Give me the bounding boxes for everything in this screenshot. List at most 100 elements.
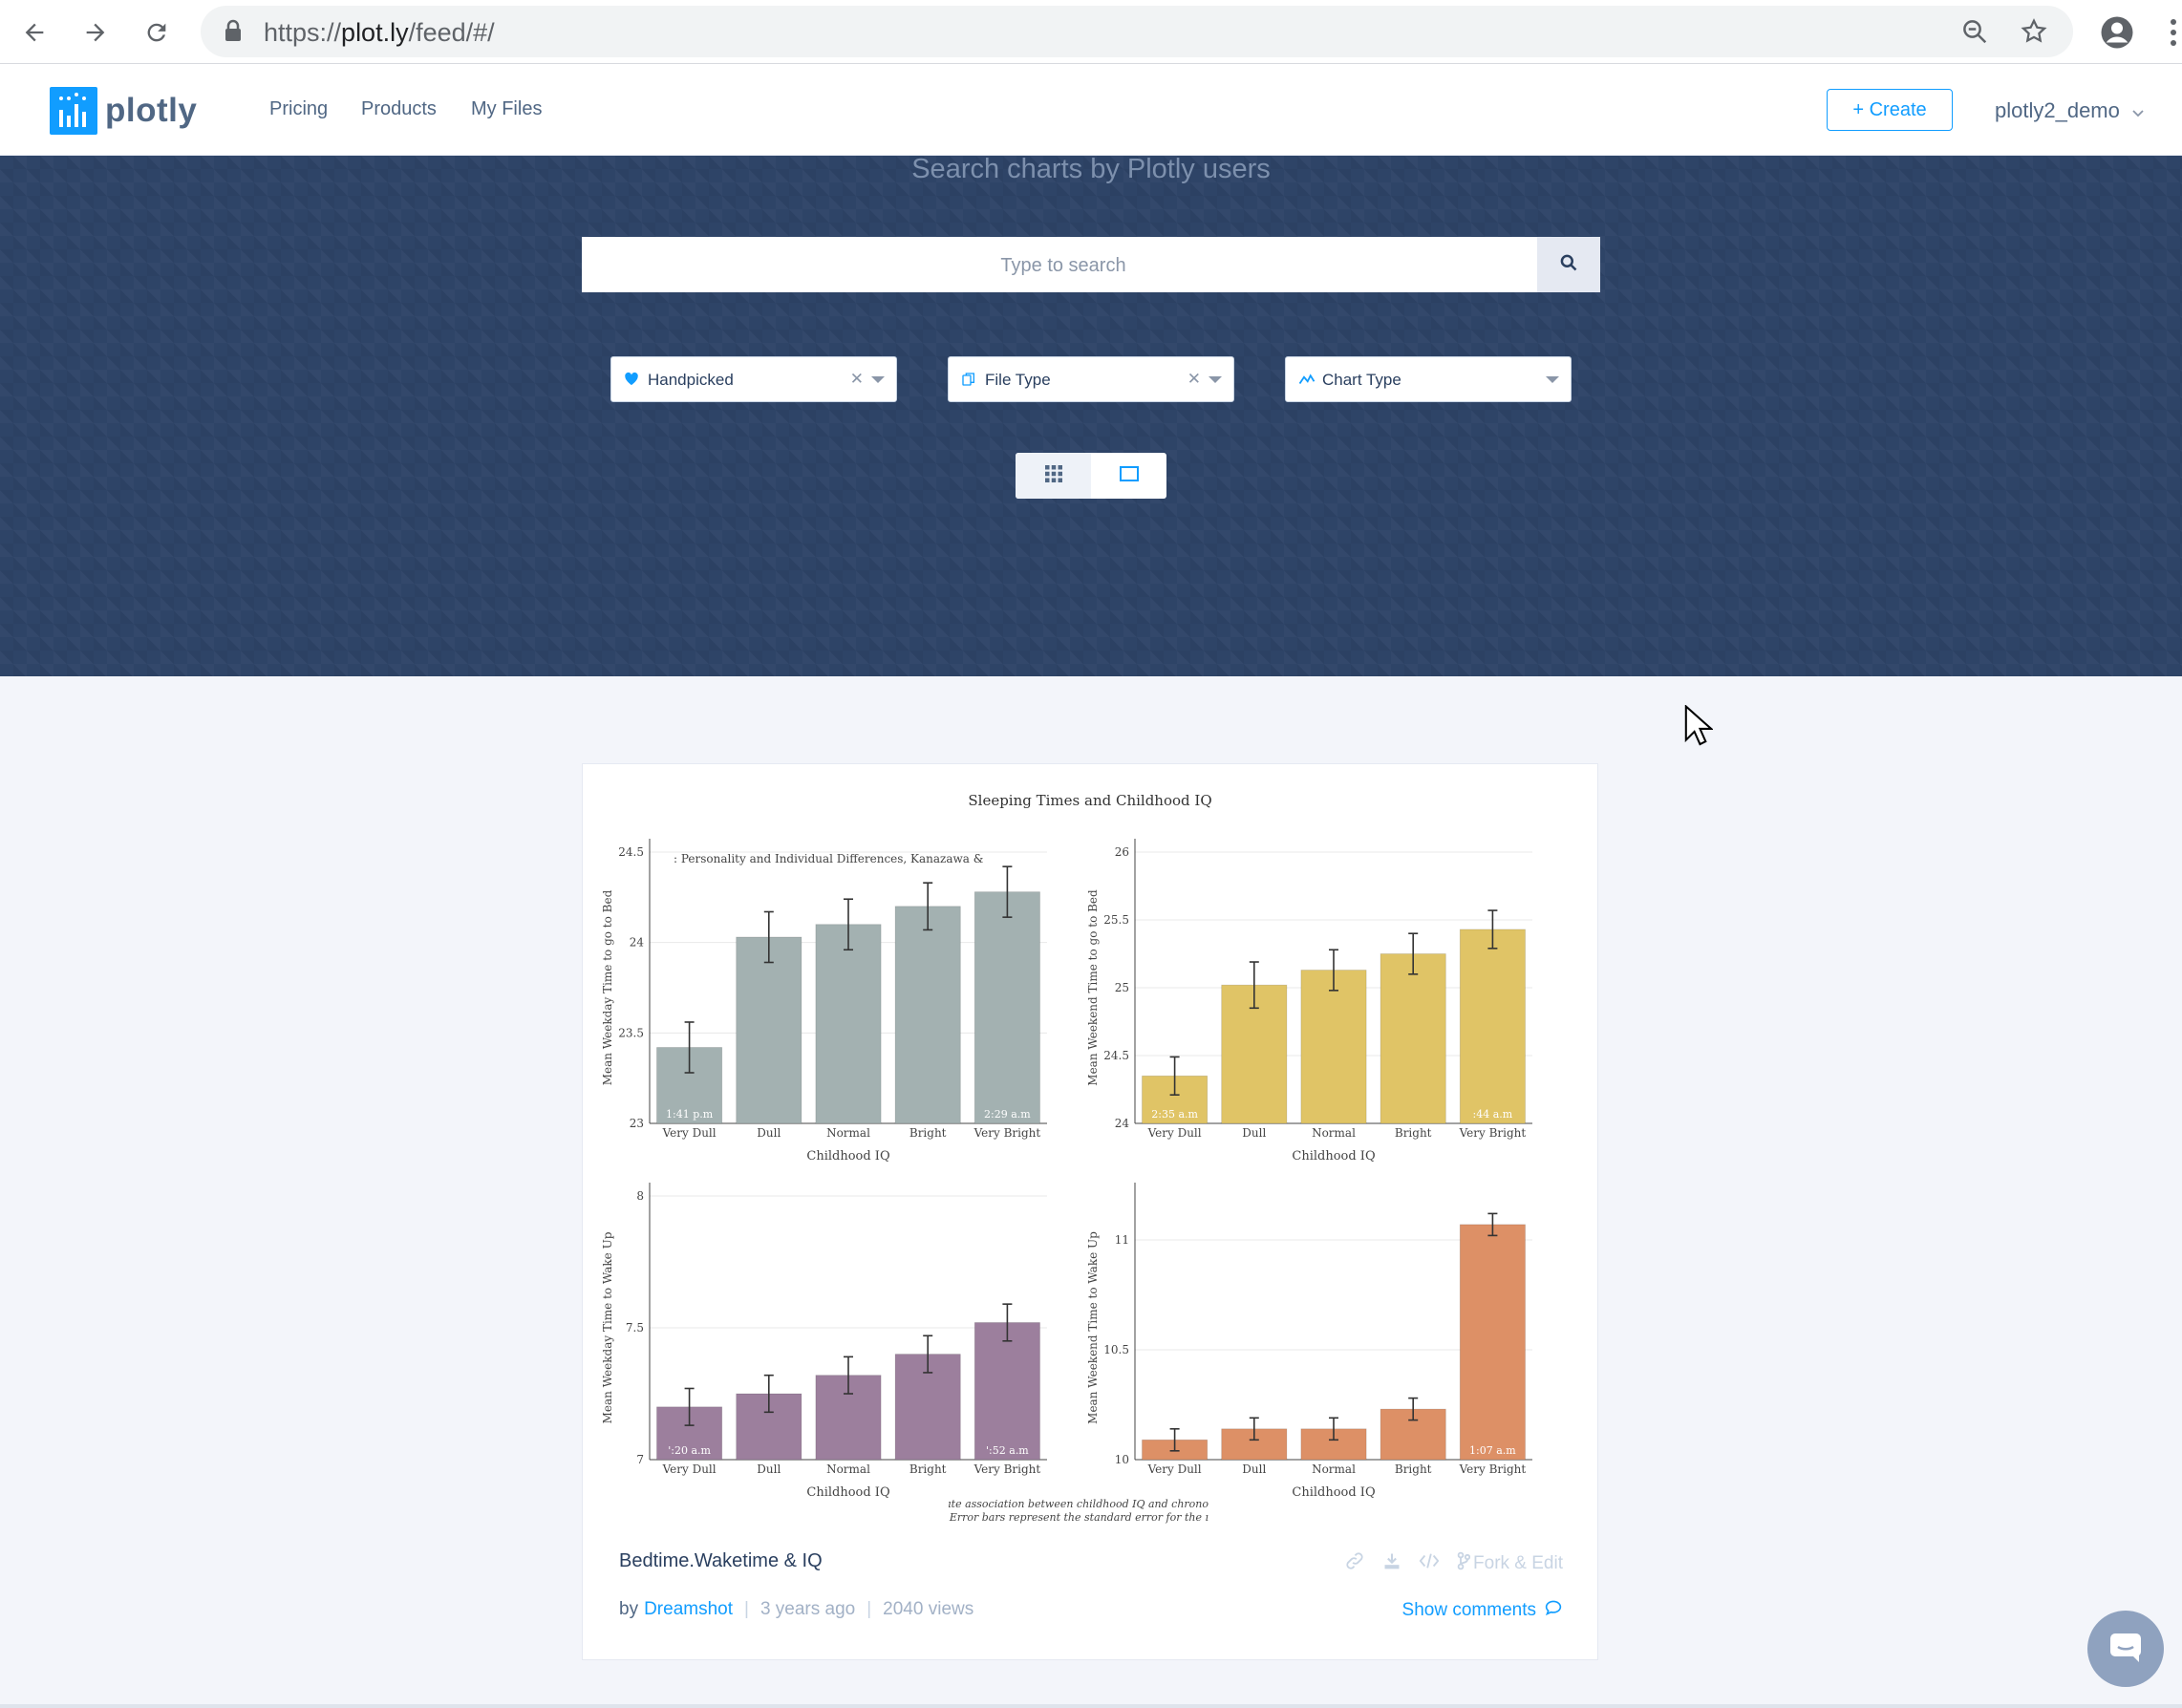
nav-pricing[interactable]: Pricing — [269, 98, 328, 120]
card-meta: by Dreamshot | 3 years ago | 2040 views — [619, 1599, 973, 1620]
y-tick-label: 25 — [1115, 981, 1129, 994]
user-menu[interactable]: plotly2_demo — [1995, 98, 2145, 124]
view-toggle — [1016, 453, 1166, 499]
y-tick-label: 7.5 — [626, 1321, 644, 1334]
search-button[interactable] — [1537, 237, 1600, 292]
plotly-logo[interactable]: plotly — [50, 87, 197, 135]
x-axis-title: Childhood IQ — [1292, 1485, 1375, 1500]
show-comments-button[interactable]: Show comments — [1402, 1599, 1563, 1622]
x-tick-label: Dull — [757, 1126, 781, 1140]
filter-label: Chart Type — [1322, 371, 1401, 389]
x-tick-label: Very Dull — [1147, 1462, 1202, 1476]
caret-down-icon[interactable] — [1546, 376, 1559, 383]
filter-label: Handpicked — [648, 371, 734, 389]
x-tick-label: Normal — [826, 1462, 870, 1476]
single-card-icon — [1119, 465, 1140, 487]
file-copy-icon — [961, 372, 976, 392]
zoom-icon[interactable] — [1960, 17, 1989, 51]
y-tick-label: 24 — [630, 936, 645, 950]
browser-toolbar: https://plot.ly/feed/#/ — [0, 0, 2182, 64]
y-tick-label: 24.5 — [618, 845, 644, 859]
back-icon[interactable] — [13, 11, 55, 53]
grid-icon — [1044, 464, 1063, 488]
nav-my-files[interactable]: My Files — [471, 98, 542, 120]
bar-data-label: ':52 a.m — [986, 1444, 1029, 1457]
x-tick-label: Normal — [826, 1126, 870, 1140]
url-scheme: https:// — [264, 18, 342, 47]
chart-title: Sleeping Times and Childhood IQ — [968, 792, 1211, 809]
x-tick-label: Normal — [1312, 1126, 1356, 1140]
bar — [1459, 1224, 1526, 1461]
y-tick-label: 8 — [636, 1189, 644, 1203]
x-axis-title: Childhood IQ — [806, 1149, 889, 1164]
y-axis-title: Mean Weekday Time to Wake Up — [601, 1231, 614, 1423]
search-icon — [1559, 253, 1578, 277]
y-tick-label: 7 — [636, 1453, 644, 1466]
y-tick-label: 26 — [1115, 845, 1129, 859]
meta-divider: | — [744, 1599, 749, 1619]
download-icon[interactable] — [1382, 1551, 1401, 1576]
search-bar — [582, 237, 1600, 294]
bookmark-star-icon[interactable] — [2020, 17, 2048, 51]
card-title[interactable]: Bedtime.Waketime & IQ — [619, 1550, 823, 1572]
bar — [973, 1322, 1040, 1461]
bar — [973, 891, 1040, 1124]
bar-data-label: 1:41 p.m — [666, 1108, 714, 1121]
clear-icon[interactable]: ✕ — [1187, 370, 1201, 389]
x-tick-label: Dull — [757, 1462, 781, 1476]
forward-icon[interactable] — [75, 11, 117, 53]
filter-file-type[interactable]: File Type ✕ — [948, 356, 1234, 402]
filter-chart-type[interactable]: Chart Type — [1285, 356, 1572, 402]
x-tick-label: Dull — [1242, 1126, 1266, 1140]
x-tick-label: Very Dull — [662, 1462, 717, 1476]
caret-down-icon[interactable] — [1209, 376, 1222, 383]
clear-icon[interactable]: ✕ — [850, 370, 864, 389]
address-bar[interactable]: https://plot.ly/feed/#/ — [201, 6, 2073, 57]
y-tick-label: 24.5 — [1103, 1049, 1129, 1062]
source-annotation: : Personality and Individual Differences… — [674, 852, 984, 865]
single-view-button[interactable] — [1091, 453, 1166, 499]
search-hero: Search charts by Plotly users Handpicked… — [0, 154, 2182, 676]
y-tick-label: 11 — [1115, 1233, 1129, 1247]
x-tick-label: Very Dull — [1147, 1126, 1202, 1140]
view-count: 2040 views — [883, 1599, 974, 1619]
create-button[interactable]: + Create — [1827, 89, 1953, 131]
url-path: /feed/#/ — [408, 18, 495, 47]
x-tick-label: Bright — [909, 1126, 947, 1140]
line-chart-icon — [1298, 372, 1316, 392]
x-tick-label: Bright — [1395, 1462, 1432, 1476]
browser-menu-icon[interactable] — [2169, 17, 2178, 53]
x-tick-label: Very Bright — [973, 1462, 1041, 1476]
link-icon[interactable] — [1344, 1550, 1365, 1577]
x-axis-title: Childhood IQ — [1292, 1149, 1375, 1164]
caret-down-icon[interactable] — [871, 376, 885, 383]
x-tick-label: Very Dull — [662, 1126, 717, 1140]
chart-preview[interactable]: Sleeping Times and Childhood IQ 23 23.5 24 2… — [583, 764, 1597, 1538]
fork-edit-button[interactable]: Fork & Edit — [1457, 1551, 1563, 1576]
filter-handpicked[interactable]: Handpicked ✕ — [610, 356, 897, 402]
chart-card: Sleeping Times and Childhood IQ 23 23.5 24 2… — [582, 763, 1598, 1660]
filter-label: File Type — [985, 371, 1051, 389]
x-tick-label: Very Bright — [973, 1126, 1041, 1140]
grid-view-button[interactable] — [1016, 453, 1091, 499]
comment-icon — [1544, 1599, 1563, 1622]
username: plotly2_demo — [1995, 98, 2120, 122]
post-age: 3 years ago — [759, 1599, 856, 1619]
profile-icon[interactable] — [2100, 15, 2134, 54]
heart-icon — [624, 372, 639, 391]
bar-data-label: 2:29 a.m — [984, 1108, 1031, 1121]
x-tick-label: Bright — [909, 1462, 947, 1476]
caption-line: Error bars represent the standard error … — [949, 1511, 1209, 1524]
embed-code-icon[interactable] — [1419, 1551, 1440, 1576]
x-axis-title: Childhood IQ — [806, 1485, 889, 1500]
bar — [1300, 970, 1367, 1124]
fork-edit-label: Fork & Edit — [1473, 1553, 1563, 1573]
chat-launcher[interactable] — [2087, 1611, 2164, 1687]
reload-icon[interactable] — [136, 11, 178, 53]
bar-data-label: 1:07 a.m — [1469, 1444, 1516, 1457]
y-tick-label: 10.5 — [1103, 1343, 1129, 1356]
author-link[interactable]: Dreamshot — [644, 1599, 733, 1620]
search-input[interactable] — [582, 237, 1545, 294]
nav-products[interactable]: Products — [361, 98, 437, 120]
card-actions: Fork & Edit — [1344, 1550, 1563, 1577]
